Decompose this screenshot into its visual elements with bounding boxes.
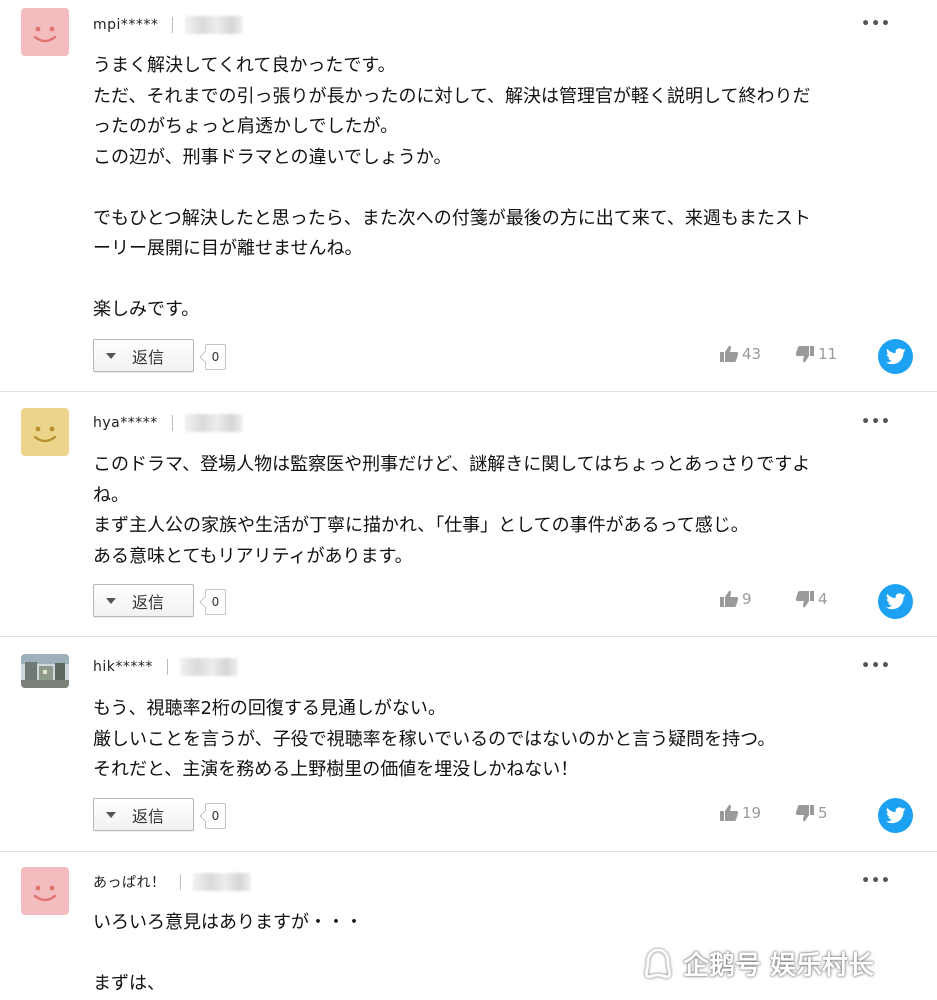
dislike-count: 11 bbox=[818, 345, 838, 363]
more-options-button[interactable]: ••• bbox=[861, 16, 891, 32]
dislike-button[interactable]: 11 bbox=[795, 345, 837, 363]
comment-line: もう、視聴率2桁の回復する見通しがない。 bbox=[93, 698, 446, 719]
twitter-bird-icon bbox=[885, 348, 906, 365]
dislike-button[interactable]: 4 bbox=[795, 590, 828, 608]
comment-list: mpi***** ••• うまく解決してくれて良かったです。 ただ、それまでの引… bbox=[0, 0, 937, 1000]
penguin-logo-icon bbox=[645, 948, 671, 978]
thumbs-up-icon bbox=[720, 804, 739, 821]
reply-count: 0 bbox=[205, 589, 226, 615]
comment-item: hya***** ••• このドラマ、登場人物は監察医や刑事だけど、謎解きに関し… bbox=[0, 392, 937, 637]
comment-line: 楽しみです。 bbox=[93, 299, 200, 320]
divider bbox=[171, 415, 173, 431]
blurred-timestamp bbox=[179, 658, 238, 676]
thumbs-up-icon bbox=[720, 590, 739, 607]
watermark: 企鹅号 娱乐村长 bbox=[641, 945, 874, 982]
comment-text: うまく解決してくれて良かったです。 ただ、それまでの引っ張りが長かったのに対して… bbox=[93, 51, 913, 326]
reply-label: 返信 bbox=[132, 806, 165, 826]
comment-header: あっぱれ！ bbox=[93, 871, 251, 893]
comment-text: このドラマ、登場人物は監察医や刑事だけど、謎解きに関してはちょっとあっさりですよ… bbox=[93, 450, 913, 572]
comment-line: ーリー展開に目が離せませんね。 bbox=[93, 238, 363, 259]
comment-actions: 返信 0 43 11 bbox=[93, 339, 937, 375]
like-count: 9 bbox=[742, 590, 752, 608]
avatar[interactable] bbox=[21, 408, 69, 456]
comment-line: ったのがちょっと肩透かしでしたが。 bbox=[93, 116, 399, 137]
username[interactable]: mpi***** bbox=[93, 17, 158, 33]
pink-smiley-avatar-icon bbox=[21, 8, 69, 56]
blurred-timestamp bbox=[185, 16, 244, 34]
comment-actions: 返信 0 19 5 bbox=[93, 798, 937, 834]
more-options-button[interactable]: ••• bbox=[861, 873, 891, 889]
username[interactable]: あっぱれ！ bbox=[93, 872, 166, 892]
comment-line: まず主人公の家族や生活が丁寧に描かれ、「仕事」としての事件があるって感じ。 bbox=[93, 515, 749, 536]
like-button[interactable]: 9 bbox=[719, 590, 752, 608]
reply-label: 返信 bbox=[132, 592, 165, 612]
reply-button[interactable]: 返信 bbox=[93, 339, 194, 372]
blurred-timestamp bbox=[184, 414, 243, 432]
reply-count: 0 bbox=[205, 803, 226, 829]
dislike-count: 4 bbox=[818, 590, 828, 608]
thumbs-down-icon bbox=[795, 805, 814, 822]
reply-button[interactable]: 返信 bbox=[93, 798, 194, 831]
comment-text: もう、視聴率2桁の回復する見通しがない。 厳しいことを言うが、子役で視聴率を稼い… bbox=[93, 694, 913, 786]
blurred-timestamp bbox=[192, 873, 251, 891]
comment-line: ただ、それまでの引っ張りが長かったのに対して、解決は管理官が軽く説明して終わりだ bbox=[93, 85, 811, 107]
photo-avatar-icon bbox=[21, 654, 69, 688]
comment-line: ある意味とてもリアリティがあります。 bbox=[93, 545, 413, 567]
like-button[interactable]: 43 bbox=[719, 345, 761, 363]
more-options-button[interactable]: ••• bbox=[861, 658, 891, 674]
comment-item: mpi***** ••• うまく解決してくれて良かったです。 ただ、それまでの引… bbox=[0, 0, 937, 392]
divider bbox=[166, 659, 168, 675]
thumbs-down-icon bbox=[795, 346, 814, 363]
comment-item: hik***** ••• もう、視聴率2桁の回復する見通しがない。 厳しいことを… bbox=[0, 637, 937, 852]
watermark-text: 企鹅号 娱乐村长 bbox=[683, 951, 875, 981]
chevron-down-icon bbox=[106, 597, 116, 604]
twitter-bird-icon bbox=[885, 593, 906, 610]
comment-header: hya***** bbox=[93, 412, 243, 434]
twitter-share-button[interactable] bbox=[878, 339, 913, 374]
comment-header: mpi***** bbox=[93, 14, 244, 36]
reply-button[interactable]: 返信 bbox=[93, 584, 194, 617]
more-options-button[interactable]: ••• bbox=[861, 414, 891, 430]
divider bbox=[172, 17, 174, 33]
dislike-count: 5 bbox=[818, 804, 828, 822]
comment-line: ね。 bbox=[93, 484, 129, 506]
divider bbox=[179, 874, 181, 890]
reply-count: 0 bbox=[205, 344, 226, 370]
comment-line: うまく解決してくれて良かったです。 bbox=[93, 55, 396, 76]
avatar[interactable] bbox=[21, 654, 69, 688]
comment-actions: 返信 0 9 4 bbox=[93, 584, 937, 620]
avatar[interactable] bbox=[21, 867, 69, 915]
like-count: 43 bbox=[742, 345, 762, 363]
username[interactable]: hya***** bbox=[93, 415, 158, 431]
comment-header: hik***** bbox=[93, 656, 238, 678]
twitter-share-button[interactable] bbox=[878, 798, 913, 833]
like-count: 19 bbox=[742, 804, 762, 822]
dislike-button[interactable]: 5 bbox=[795, 804, 828, 822]
comment-line bbox=[93, 265, 913, 296]
thumbs-up-icon bbox=[720, 345, 739, 362]
comment-line: でもひとつ解決したと思ったら、また次への付箋が最後の方に出て来て、来週もまたスト bbox=[93, 207, 811, 229]
chevron-down-icon bbox=[106, 352, 116, 359]
chevron-down-icon bbox=[106, 811, 116, 818]
twitter-share-button[interactable] bbox=[878, 584, 913, 619]
pink-smiley-avatar-icon bbox=[21, 867, 69, 915]
comment-line: この辺が、刑事ドラマとの違いでしょうか。 bbox=[93, 146, 452, 168]
yellow-smiley-avatar-icon bbox=[21, 408, 69, 456]
thumbs-down-icon bbox=[795, 591, 814, 608]
reply-label: 返信 bbox=[132, 347, 165, 367]
comment-line: いろいろ意見はありますが・・・ bbox=[93, 912, 363, 933]
username[interactable]: hik***** bbox=[93, 659, 153, 675]
comment-line: それだと、主演を務める上野樹里の価値を埋没しかねない！ bbox=[93, 759, 579, 780]
like-button[interactable]: 19 bbox=[719, 804, 761, 822]
comment-line bbox=[93, 173, 913, 204]
twitter-bird-icon bbox=[885, 807, 906, 824]
avatar[interactable] bbox=[21, 8, 69, 56]
comment-line: 厳しいことを言うが、子役で視聴率を稼いでいるのではないのかと言う疑問を持つ。 bbox=[93, 728, 776, 750]
comment-line: このドラマ、登場人物は監察医や刑事だけど、謎解きに関してはちょっとあっさりですよ bbox=[93, 454, 811, 475]
